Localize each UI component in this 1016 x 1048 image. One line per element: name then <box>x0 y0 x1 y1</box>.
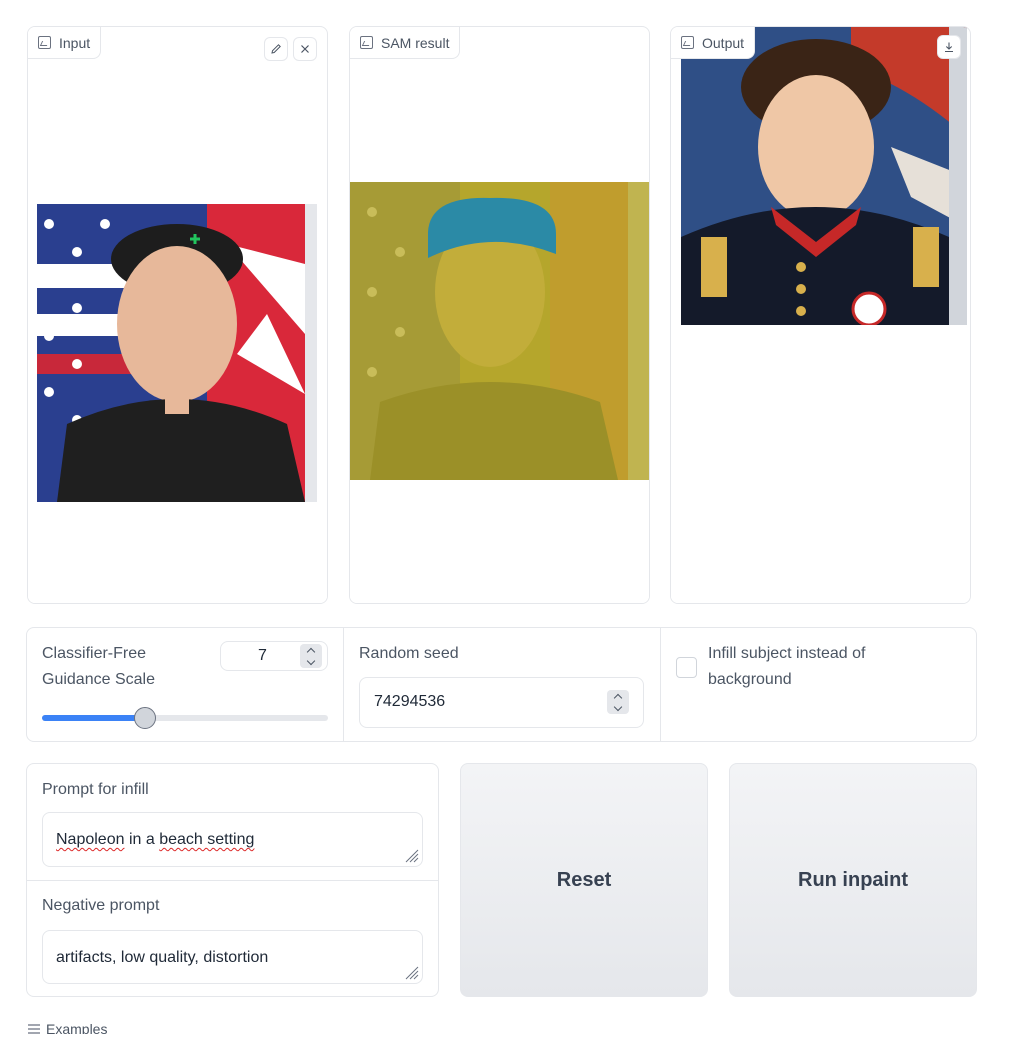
output-image <box>681 27 967 325</box>
run-inpaint-button[interactable]: Run inpaint <box>729 763 977 997</box>
image-icon <box>38 36 51 49</box>
chevron-down-icon <box>613 702 623 711</box>
input-image-panel[interactable]: Input <box>27 26 328 604</box>
seed-label: Random seed <box>359 645 459 662</box>
chevron-down-icon <box>306 656 316 665</box>
infill-prompt-word: Napoleon <box>56 831 125 848</box>
infill-prompt-label: Prompt for infill <box>42 781 149 798</box>
cfg-label: Classifier-Free Guidance Scale <box>42 645 155 688</box>
reset-button[interactable]: Reset <box>460 763 708 997</box>
output-image-panel: Output <box>670 26 971 604</box>
infill-prompt-word: beach setting <box>159 831 255 848</box>
pencil-icon <box>271 44 281 54</box>
cfg-number-input[interactable]: 7 <box>220 641 328 671</box>
sam-label: SAM result <box>381 34 450 51</box>
list-icon <box>28 1024 40 1034</box>
image-icon <box>360 36 373 49</box>
output-label-tab: Output <box>671 27 756 59</box>
settings-row: Classifier-Free Guidance Scale 7 Random … <box>26 627 977 742</box>
input-image[interactable] <box>37 204 317 502</box>
input-label-tab: Input <box>28 27 102 59</box>
viewport-edge <box>0 1034 1016 1048</box>
sam-result-image <box>350 182 649 480</box>
negative-prompt-textarea[interactable]: artifacts, low quality, distortion <box>42 930 423 984</box>
image-icon <box>681 36 694 49</box>
negative-prompt-label: Negative prompt <box>42 897 160 914</box>
seed-number-input[interactable]: 74294536 <box>359 677 644 728</box>
negative-prompt-text: artifacts, low quality, distortion <box>56 949 269 966</box>
infill-prompt-text: in a <box>124 831 160 848</box>
divider <box>660 628 661 741</box>
prompts-group: Prompt for infill Napoleon in a beach se… <box>26 763 439 997</box>
resize-grip-icon[interactable] <box>403 847 419 863</box>
cfg-slider-thumb[interactable] <box>134 707 156 729</box>
infill-subject-label: Infill subject instead of background <box>708 645 866 688</box>
download-button[interactable] <box>937 35 961 59</box>
portrait-image <box>37 204 317 502</box>
sam-label-tab: SAM result <box>350 27 461 59</box>
seed-value: 74294536 <box>374 693 446 710</box>
chevron-up-icon <box>613 693 623 702</box>
input-label: Input <box>59 34 91 51</box>
chevron-up-icon <box>306 647 316 656</box>
close-icon <box>301 45 309 53</box>
cfg-value: 7 <box>258 647 267 664</box>
sam-result-panel: SAM result <box>349 26 650 604</box>
output-label: Output <box>702 34 745 51</box>
mask-overlay-image <box>350 182 649 480</box>
seed-stepper[interactable] <box>607 690 629 714</box>
cfg-slider-fill <box>42 715 145 721</box>
cfg-slider-track[interactable] <box>42 707 328 729</box>
resize-grip-icon[interactable] <box>403 964 419 980</box>
painting-image <box>681 27 967 325</box>
cfg-stepper[interactable] <box>300 644 322 668</box>
infill-subject-checkbox[interactable] <box>676 657 697 678</box>
download-icon <box>945 42 953 53</box>
divider <box>343 628 344 741</box>
clear-button[interactable] <box>293 37 317 61</box>
infill-prompt-textarea[interactable]: Napoleon in a beach setting <box>42 812 423 867</box>
edit-button[interactable] <box>264 37 288 61</box>
divider <box>27 880 438 881</box>
